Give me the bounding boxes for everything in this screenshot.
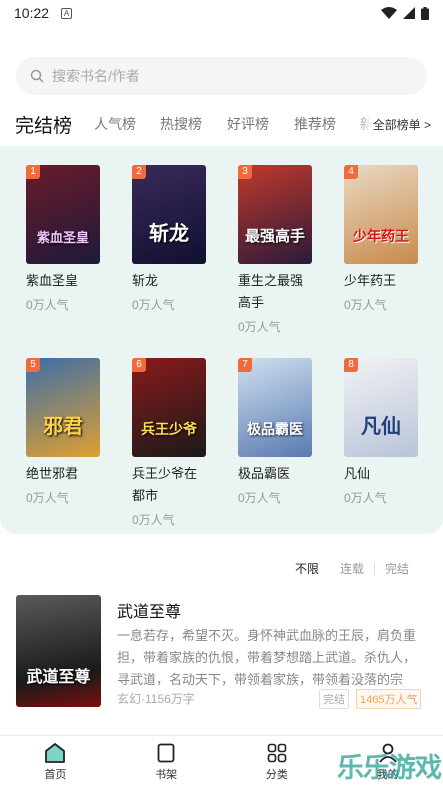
search-bar[interactable]	[16, 57, 427, 95]
tab-top-rated[interactable]: 好评榜	[227, 114, 269, 134]
rank-badge: 7	[238, 358, 252, 372]
cover-title: 邪君	[43, 416, 83, 438]
ranked-book-3[interactable]: 3 最强高手 重生之最强高手 0万人气	[238, 165, 318, 335]
cover-title: 兵王少爷	[141, 421, 197, 437]
battery-icon	[421, 6, 429, 20]
book-title: 重生之最强高手	[238, 273, 304, 310]
status-badge: 完结	[319, 689, 349, 709]
ranked-book-7[interactable]: 7 极品霸医 极品霸医 0万人气	[238, 358, 318, 506]
nav-label: 首页	[44, 769, 67, 781]
rank-badge: 8	[344, 358, 358, 372]
book-popularity: 0万人气	[132, 298, 175, 312]
ranked-book-1[interactable]: 1 紫血圣皇 紫血圣皇 0万人气	[26, 165, 106, 313]
status-filter: 不限 连载 完结	[295, 560, 409, 577]
cover-title: 凡仙	[361, 416, 401, 438]
book-cover: 3 最强高手	[238, 165, 312, 264]
rank-badge: 2	[132, 165, 146, 179]
book-title: 斩龙	[132, 273, 159, 288]
tab-hot-search[interactable]: 热搜榜	[160, 114, 202, 134]
popularity-badge: 1465万人气	[356, 689, 422, 709]
book-popularity: 0万人气	[238, 491, 281, 505]
featured-book-description: 一息若存，希望不灭。身怀神武血脉的王辰，肩负重担，带着家族的仇恨，带着梦想踏上武…	[117, 628, 417, 687]
cover-title: 最强高手	[244, 228, 305, 245]
signal-icon	[403, 7, 415, 19]
filter-all[interactable]: 不限	[295, 560, 319, 577]
cover-title: 紫血圣皇	[36, 230, 89, 245]
rank-badge: 4	[344, 165, 358, 179]
nav-label: 分类	[265, 769, 288, 781]
book-cover: 8 凡仙	[344, 358, 418, 457]
book-popularity: 0万人气	[344, 298, 387, 312]
tab-completed[interactable]: 完结榜	[15, 111, 72, 138]
book-title: 少年药王	[344, 273, 397, 288]
book-title: 兵王少爷在都市	[132, 466, 198, 503]
book-title: 紫血圣皇	[26, 273, 79, 288]
book-popularity: 0万人气	[26, 491, 69, 505]
book-title: 极品霸医	[238, 466, 291, 481]
featured-book-cover[interactable]: 武道至尊	[16, 595, 101, 707]
search-icon	[30, 69, 44, 83]
ranking-panel: 1 紫血圣皇 紫血圣皇 0万人气 2 斩龙 斩龙 0万人气 3 最强高手 重生之…	[0, 146, 443, 534]
rank-badge: 6	[132, 358, 146, 372]
watermark-logo: 乐乐游戏	[337, 753, 442, 784]
cover-title: 斩龙	[149, 223, 189, 245]
book-cover: 2 斩龙	[132, 165, 206, 264]
filter-divider	[329, 563, 330, 575]
book-title: 凡仙	[344, 466, 371, 481]
notification-a-icon: A	[61, 7, 73, 19]
book-cover: 7 极品霸医	[238, 358, 312, 457]
rank-badge: 1	[26, 165, 40, 179]
book-cover: 5 邪君	[26, 358, 100, 457]
ranking-tabs: 完结榜 人气榜 热搜榜 好评榜 推荐榜 新 全部榜单 >	[0, 104, 443, 144]
ranked-book-6[interactable]: 6 兵王少爷 兵王少爷在都市 0万人气	[132, 358, 212, 528]
all-lists-button[interactable]: 全部榜单 >	[356, 104, 443, 144]
category-grid-icon	[267, 743, 287, 763]
filter-divider	[373, 562, 375, 575]
tab-recommended[interactable]: 推荐榜	[294, 114, 336, 134]
featured-book-title[interactable]: 武道至尊	[117, 598, 181, 622]
nav-category[interactable]: 分类	[222, 736, 333, 789]
bookshelf-icon	[157, 743, 175, 763]
book-popularity: 0万人气	[132, 513, 175, 527]
all-lists-label: 全部榜单 >	[372, 117, 431, 132]
ranked-book-4[interactable]: 4 少年药王 少年药王 0万人气	[344, 165, 424, 313]
featured-book-meta: 玄幻·1156万字	[117, 692, 195, 706]
cover-title: 少年药王	[353, 228, 409, 244]
book-cover: 1 紫血圣皇	[26, 165, 100, 264]
ranked-book-8[interactable]: 8 凡仙 凡仙 0万人气	[344, 358, 424, 506]
rank-badge: 5	[26, 358, 40, 372]
filter-ongoing[interactable]: 连载	[340, 560, 364, 577]
book-cover: 6 兵王少爷	[132, 358, 206, 457]
nav-bookshelf[interactable]: 书架	[111, 736, 222, 789]
book-popularity: 0万人气	[238, 320, 281, 334]
search-input[interactable]	[52, 68, 372, 84]
ranked-book-2[interactable]: 2 斩龙 斩龙 0万人气	[132, 165, 212, 313]
book-popularity: 0万人气	[344, 491, 387, 505]
rank-badge: 3	[238, 165, 252, 179]
book-title: 绝世邪君	[26, 466, 79, 481]
status-bar: 10:22 A	[0, 0, 443, 26]
book-cover: 4 少年药王	[344, 165, 418, 264]
nav-label: 书架	[155, 769, 178, 781]
home-icon	[45, 743, 66, 763]
filter-completed[interactable]: 完结	[385, 560, 409, 577]
book-popularity: 0万人气	[26, 298, 69, 312]
ranked-book-5[interactable]: 5 邪君 绝世邪君 0万人气	[26, 358, 106, 506]
wifi-icon	[381, 7, 397, 19]
cover-title: 武道至尊	[26, 669, 91, 686]
nav-home[interactable]: 首页	[0, 736, 111, 789]
status-time: 10:22	[14, 5, 50, 21]
status-icons	[381, 6, 429, 20]
tab-popular[interactable]: 人气榜	[94, 114, 136, 134]
cover-title: 极品霸医	[247, 421, 303, 437]
